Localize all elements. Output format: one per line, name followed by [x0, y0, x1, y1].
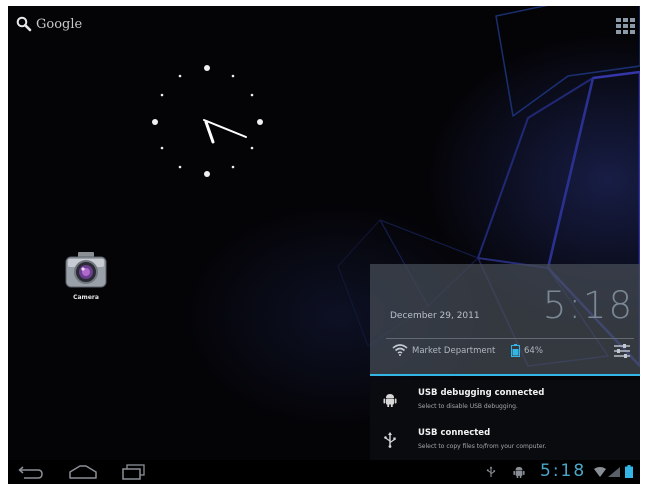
google-search-bar[interactable]: Google	[16, 14, 82, 34]
usb-icon	[384, 432, 396, 448]
notification-panel: December 29, 2011 5:18 Market Department…	[370, 264, 640, 462]
notification-usb-debugging[interactable]: USB debugging connected Select to disabl…	[370, 380, 640, 420]
notification-title: USB debugging connected	[418, 388, 545, 398]
analog-clock-widget[interactable]	[148, 62, 268, 186]
status-bar-clock[interactable]: 5:18	[540, 461, 586, 481]
clock-marker-9	[152, 119, 158, 125]
clock-marker-6	[204, 171, 210, 177]
notification-title: USB connected	[418, 428, 491, 438]
notification-subtitle: Select to copy files to/from your comput…	[418, 443, 547, 450]
notification-time: 5:18	[542, 284, 634, 327]
home-icon[interactable]	[68, 464, 98, 480]
notification-header[interactable]: December 29, 2011 5:18 Market Department…	[370, 264, 640, 376]
camera-label: Camera	[73, 294, 99, 301]
search-label: Google	[36, 16, 83, 32]
search-icon	[16, 16, 32, 32]
all-apps-icon[interactable]	[616, 18, 636, 34]
clock-marker-12	[204, 65, 210, 71]
notification-usb-connected[interactable]: USB connected Select to copy files to/fr…	[370, 420, 640, 460]
wifi-icon	[392, 344, 408, 356]
signal-icon	[608, 467, 620, 477]
notification-date: December 29, 2011	[390, 311, 480, 321]
usb-icon	[486, 466, 496, 477]
network-name: Market Department	[412, 346, 496, 356]
camera-icon	[65, 252, 107, 288]
camera-shortcut[interactable]: Camera	[60, 251, 112, 301]
battery-percent: 64%	[524, 346, 543, 356]
notification-subtitle: Select to disable USB debugging.	[418, 403, 518, 410]
wifi-icon	[594, 467, 606, 477]
quick-settings-icon[interactable]	[614, 344, 630, 358]
recent-apps-icon[interactable]	[122, 464, 146, 480]
system-bar: 5:18	[8, 460, 640, 484]
back-icon[interactable]	[18, 464, 44, 480]
clock-hour-hand	[204, 120, 215, 144]
android-debug-icon	[513, 466, 525, 478]
battery-icon	[625, 465, 633, 478]
clock-marker-3	[257, 119, 263, 125]
battery-icon	[511, 344, 520, 357]
android-debug-icon	[383, 394, 397, 407]
tablet-home-screen: Google Camera December 29, 2011 5:18 Mar…	[8, 6, 640, 484]
notification-divider	[386, 338, 634, 339]
